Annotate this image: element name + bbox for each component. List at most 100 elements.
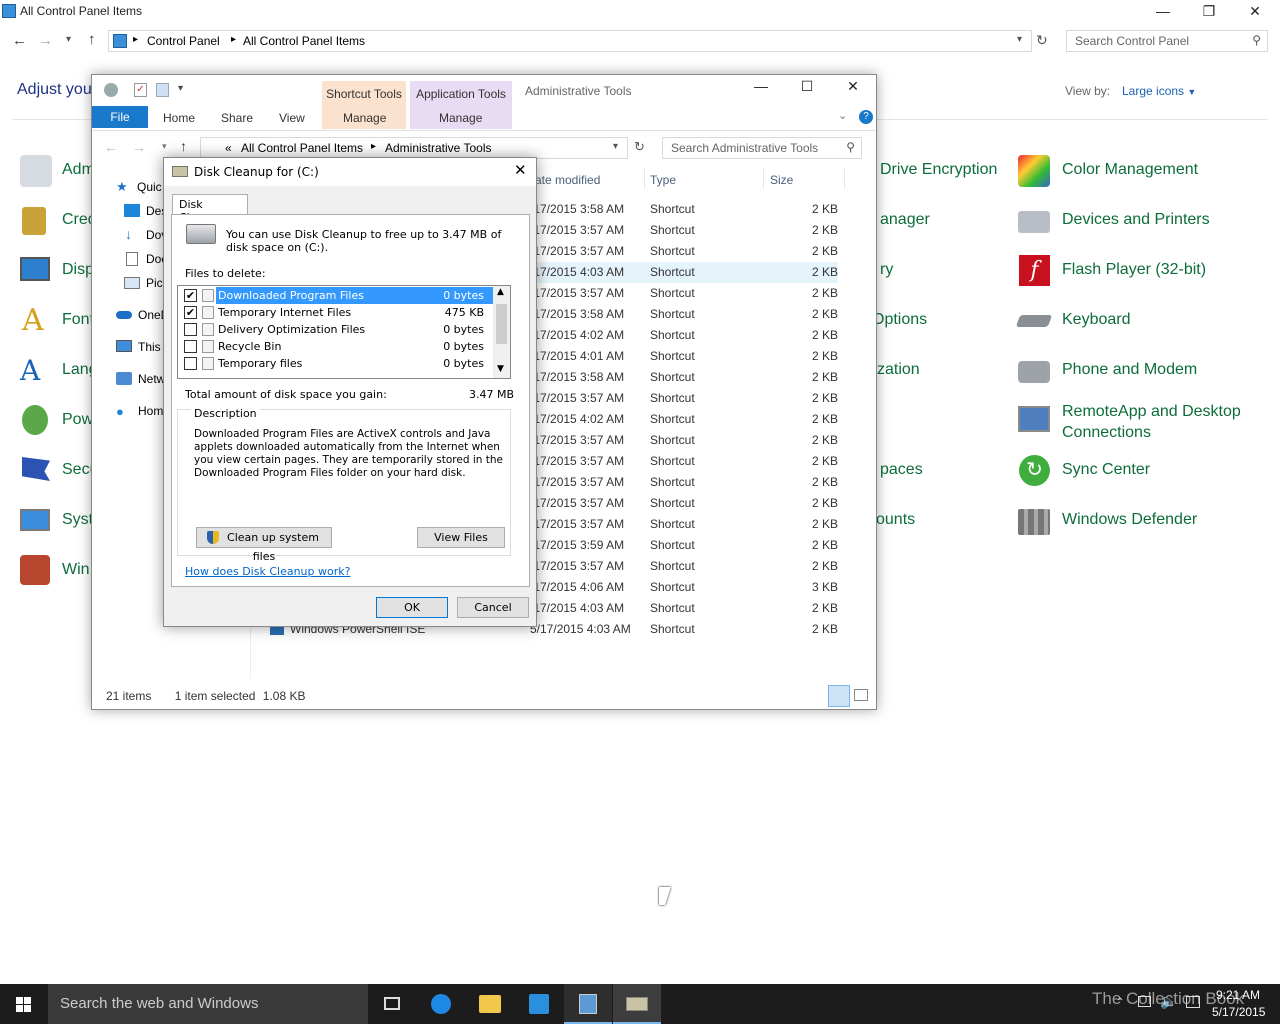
view-files-button[interactable]: View Files (417, 527, 505, 548)
cp-item-user-accounts[interactable]: ounts (876, 511, 936, 551)
tab-manage-application[interactable]: Manage (439, 111, 482, 125)
new-folder-icon[interactable] (156, 83, 169, 97)
action-center-icon[interactable] (1186, 996, 1200, 1008)
close-button[interactable]: ✕ (830, 75, 876, 97)
volume-icon[interactable]: 🔈 (1160, 993, 1177, 1010)
up-button[interactable]: ↑ (88, 31, 96, 48)
cp-item-language[interactable]: A Lang (20, 355, 98, 395)
nav-downloads[interactable]: ↓ Dov (124, 226, 167, 242)
show-hidden-icons-icon[interactable]: ⌃ (1116, 997, 1124, 1008)
scroll-thumb[interactable] (496, 304, 507, 344)
cp-item-display[interactable]: Disp (20, 255, 94, 295)
scroll-down-icon[interactable]: ▼ (497, 364, 504, 374)
scrollbar[interactable]: ▲ ▼ (493, 286, 510, 378)
tab-view[interactable]: View (279, 111, 305, 125)
file-row[interactable]: /17/2015 3:57 AM Shortcut 2 KB (528, 451, 838, 472)
help-link[interactable]: How does Disk Cleanup work? (185, 565, 350, 578)
file-row[interactable]: /17/2015 3:57 AM Shortcut 2 KB (528, 388, 838, 409)
file-category-item[interactable]: Delivery Optimization Files 0 bytes (178, 321, 494, 338)
cp-item-bitlocker[interactable]: Drive Encryption (880, 161, 1010, 201)
file-row[interactable]: /17/2015 3:58 AM Shortcut 2 KB (528, 367, 838, 388)
forward-button[interactable]: → (132, 139, 146, 155)
cp-item-devices-printers[interactable]: Devices and Printers (1018, 205, 1258, 245)
properties-icon[interactable] (104, 83, 118, 97)
cp-item-sync-center[interactable]: ↻ Sync Center (1018, 455, 1258, 495)
checkmark-icon[interactable]: ✓ (134, 83, 147, 97)
nav-this-pc[interactable]: This (116, 340, 161, 354)
cp-item-device-manager[interactable]: anager (880, 211, 940, 251)
scroll-up-icon[interactable]: ▲ (497, 287, 504, 297)
tab-home[interactable]: Home (163, 111, 195, 125)
search-input[interactable]: Search Administrative Tools ⚲ (662, 137, 862, 159)
nav-quick-access[interactable]: ★ Quic (116, 179, 162, 194)
cp-item-remoteapp[interactable]: RemoteApp and Desktop Connections (1018, 400, 1258, 444)
breadcrumb-control-panel[interactable]: Control Panel (147, 34, 220, 48)
tab-file[interactable]: File (92, 106, 148, 128)
column-date-modified[interactable]: ate modified (535, 173, 600, 187)
taskbar-file-explorer[interactable] (466, 984, 514, 1024)
file-row[interactable]: /17/2015 3:57 AM Shortcut 2 KB (528, 430, 838, 451)
cp-item-file-history[interactable]: ry (880, 261, 910, 301)
cp-item-color-management[interactable]: Color Management (1018, 155, 1258, 195)
file-category-item[interactable]: Recycle Bin 0 bytes (178, 338, 494, 355)
up-button[interactable]: ↑ (180, 138, 187, 154)
customize-dropdown-icon[interactable]: ▾ (178, 83, 183, 94)
file-row[interactable]: /17/2015 4:01 AM Shortcut 2 KB (528, 346, 838, 367)
start-button[interactable] (0, 984, 48, 1024)
file-row[interactable]: /17/2015 3:57 AM Shortcut 2 KB (528, 220, 838, 241)
nav-pictures[interactable]: Pict (124, 276, 166, 290)
checkbox[interactable] (184, 323, 197, 336)
cancel-button[interactable]: Cancel (457, 597, 529, 618)
file-row[interactable]: /17/2015 3:57 AM Shortcut 2 KB (528, 514, 838, 535)
cp-item-windows-defender[interactable]: Windows Defender (1018, 505, 1258, 545)
files-list[interactable]: ✔ Downloaded Program Files 0 bytes ✔ Tempora… (177, 285, 511, 379)
recent-dropdown-icon[interactable]: ▾ (66, 34, 71, 45)
cp-item-administrative-tools[interactable]: Adm (20, 155, 95, 195)
file-row[interactable]: /17/2015 3:58 AM Shortcut 2 KB (528, 304, 838, 325)
file-row[interactable]: /17/2015 3:57 AM Shortcut 2 KB (528, 472, 838, 493)
file-row[interactable]: /17/2015 3:57 AM Shortcut 2 KB (528, 493, 838, 514)
file-row[interactable]: /17/2015 4:03 AM Shortcut 2 KB (528, 598, 838, 619)
tab-share[interactable]: Share (221, 111, 253, 125)
large-icons-view-icon[interactable] (854, 689, 868, 701)
taskbar-edge[interactable] (417, 984, 465, 1024)
breadcrumb-all-items[interactable]: All Control Panel Items (243, 34, 365, 48)
maximize-button[interactable]: ☐ (784, 75, 830, 97)
cp-item-keyboard[interactable]: Keyboard (1015, 305, 1258, 345)
file-row[interactable]: /17/2015 3:57 AM Shortcut 2 KB (528, 556, 838, 577)
file-category-item[interactable]: Temporary files 0 bytes (178, 355, 494, 372)
search-input[interactable]: Search Control Panel ⚲ (1066, 30, 1268, 52)
taskbar-control-panel[interactable] (564, 984, 612, 1024)
file-row[interactable]: /17/2015 3:57 AM Shortcut 2 KB (528, 241, 838, 262)
restore-button[interactable]: ❐ (1186, 0, 1232, 22)
details-view-icon[interactable] (828, 685, 850, 707)
cp-item-fonts[interactable]: A Font (20, 305, 94, 345)
nav-desktop[interactable]: Des (124, 204, 167, 218)
breadcrumb-overflow[interactable]: « (225, 141, 232, 155)
cp-item-windows-firewall[interactable]: Win (20, 555, 92, 595)
checkbox[interactable] (184, 357, 197, 370)
nav-homegroup[interactable]: ● Hom (116, 404, 163, 419)
back-button[interactable]: ← (104, 139, 118, 155)
chevron-down-icon[interactable]: ▾ (1017, 34, 1022, 45)
cp-item-power-options[interactable]: Pow (20, 405, 93, 445)
view-by-dropdown[interactable]: Large icons ▼ (1122, 84, 1196, 98)
recent-dropdown-icon[interactable]: ▾ (162, 141, 167, 152)
task-view-button[interactable] (368, 984, 416, 1024)
nav-network[interactable]: Netw (116, 372, 165, 386)
address-bar[interactable]: « All Control Panel Items ▸ Administrati… (200, 137, 628, 159)
network-icon[interactable] (1138, 996, 1151, 1007)
checkbox[interactable]: ✔ (184, 289, 197, 302)
breadcrumb-admin-tools[interactable]: Administrative Tools (385, 141, 492, 155)
nav-documents[interactable]: Doc (124, 252, 167, 266)
file-row[interactable]: /17/2015 4:02 AM Shortcut 2 KB (528, 409, 838, 430)
file-row[interactable]: /17/2015 4:06 AM Shortcut 3 KB (528, 577, 838, 598)
file-row[interactable]: /17/2015 3:57 AM Shortcut 2 KB (528, 283, 838, 304)
file-category-item[interactable]: ✔ Downloaded Program Files 0 bytes (178, 287, 494, 304)
file-category-item[interactable]: ✔ Temporary Internet Files 475 KB (178, 304, 494, 321)
file-row[interactable]: /17/2015 4:02 AM Shortcut 2 KB (528, 325, 838, 346)
cp-item-internet-options[interactable]: Options (872, 311, 932, 351)
file-row[interactable]: /17/2015 3:59 AM Shortcut 2 KB (528, 535, 838, 556)
help-icon[interactable]: ? (859, 110, 873, 124)
forward-button[interactable]: → (38, 32, 53, 49)
